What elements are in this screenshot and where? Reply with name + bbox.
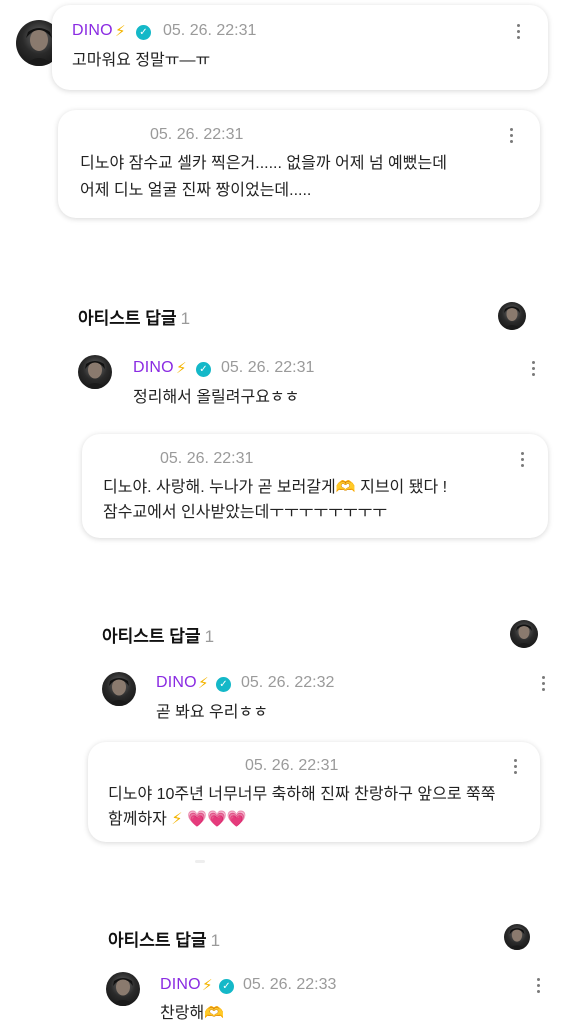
more-vertical-icon[interactable] bbox=[514, 450, 530, 470]
timestamp: 05. 26. 22:31 bbox=[221, 359, 315, 376]
reply-text: 곧 봐요 우리ㅎㅎ bbox=[156, 704, 268, 721]
more-vertical-icon[interactable] bbox=[535, 674, 551, 694]
more-vertical-icon[interactable] bbox=[507, 757, 523, 777]
avatar[interactable] bbox=[106, 972, 140, 1006]
section-title: 아티스트 답글 bbox=[102, 627, 201, 646]
author-name[interactable]: DINO bbox=[156, 674, 197, 692]
avatar[interactable] bbox=[498, 302, 526, 330]
verified-badge-icon: ✓ bbox=[216, 677, 231, 692]
timestamp: 05. 26. 22:31 bbox=[150, 126, 244, 143]
bolt-icon: ⚡ bbox=[115, 23, 126, 40]
author-name[interactable]: DINO bbox=[160, 976, 201, 994]
author-name[interactable]: DINO bbox=[133, 359, 174, 377]
avatar[interactable] bbox=[504, 924, 530, 950]
timestamp: 05. 26. 22:31 bbox=[160, 450, 254, 467]
reply-text: 찬랑해🫶 bbox=[160, 1005, 225, 1022]
bolt-icon: ⚡ bbox=[202, 977, 213, 994]
more-vertical-icon[interactable] bbox=[510, 22, 526, 42]
artist-reply-header[interactable]: 아티스트 답글 1 bbox=[108, 926, 220, 951]
artist-reply-header[interactable]: 아티스트 답글 1 bbox=[102, 622, 214, 647]
timestamp: 05. 26. 22:33 bbox=[243, 976, 337, 993]
avatar[interactable] bbox=[102, 672, 136, 706]
verified-badge-icon: ✓ bbox=[219, 979, 234, 994]
verified-badge-icon: ✓ bbox=[136, 25, 151, 40]
comment-text-line: 함께하자 ⚡ 💗💗💗 bbox=[108, 806, 247, 833]
bolt-icon: ⚡ bbox=[171, 811, 183, 828]
more-vertical-icon[interactable] bbox=[530, 976, 546, 996]
artist-reply-header[interactable]: 아티스트 답글 1 bbox=[78, 304, 190, 329]
section-title: 아티스트 답글 bbox=[78, 309, 177, 328]
author-name[interactable]: DINO bbox=[72, 22, 113, 40]
reply-count: 1 bbox=[180, 309, 191, 328]
timestamp: 05. 26. 22:32 bbox=[241, 674, 335, 691]
verified-badge-icon: ✓ bbox=[196, 362, 211, 377]
bolt-icon: ⚡ bbox=[176, 360, 187, 377]
more-vertical-icon[interactable] bbox=[525, 359, 541, 379]
timestamp: 05. 26. 22:31 bbox=[163, 22, 257, 39]
reply-count: 1 bbox=[210, 931, 221, 950]
comment-text-line: 디노야 10주년 너무너무 축하해 진짜 찬랑하구 앞으로 쭉쭉 bbox=[108, 786, 496, 803]
comment-text-line: 디노야 잠수교 셀카 찍은거...... 없을까 어제 넘 예뻤는데 bbox=[80, 155, 447, 172]
more-vertical-icon[interactable] bbox=[503, 126, 519, 146]
comment-text: 고마워요 정말ㅠ—ㅠ bbox=[72, 52, 211, 69]
comment-text-fragment: 함께하자 bbox=[108, 811, 167, 828]
comment-text-line: 어제 디노 얼굴 진짜 짱이었는데..... bbox=[80, 182, 312, 199]
avatar[interactable] bbox=[78, 355, 112, 389]
divider bbox=[195, 860, 205, 863]
reply-count: 1 bbox=[204, 627, 215, 646]
timestamp: 05. 26. 22:31 bbox=[245, 757, 339, 774]
reply-text: 정리해서 올릴려구요ㅎㅎ bbox=[133, 389, 300, 406]
comment-text-line: 잠수교에서 인사받았는데ㅜㅜㅜㅜㅜㅜㅜㅜ bbox=[103, 504, 388, 521]
section-title: 아티스트 답글 bbox=[108, 931, 207, 950]
bolt-icon: ⚡ bbox=[198, 675, 209, 692]
avatar[interactable] bbox=[510, 620, 538, 648]
comment-text-line: 디노야. 사랑해. 누나가 곧 보러갈게🫶 지브이 됐다 ! bbox=[103, 479, 448, 496]
heart-icons: 💗💗💗 bbox=[187, 811, 247, 828]
